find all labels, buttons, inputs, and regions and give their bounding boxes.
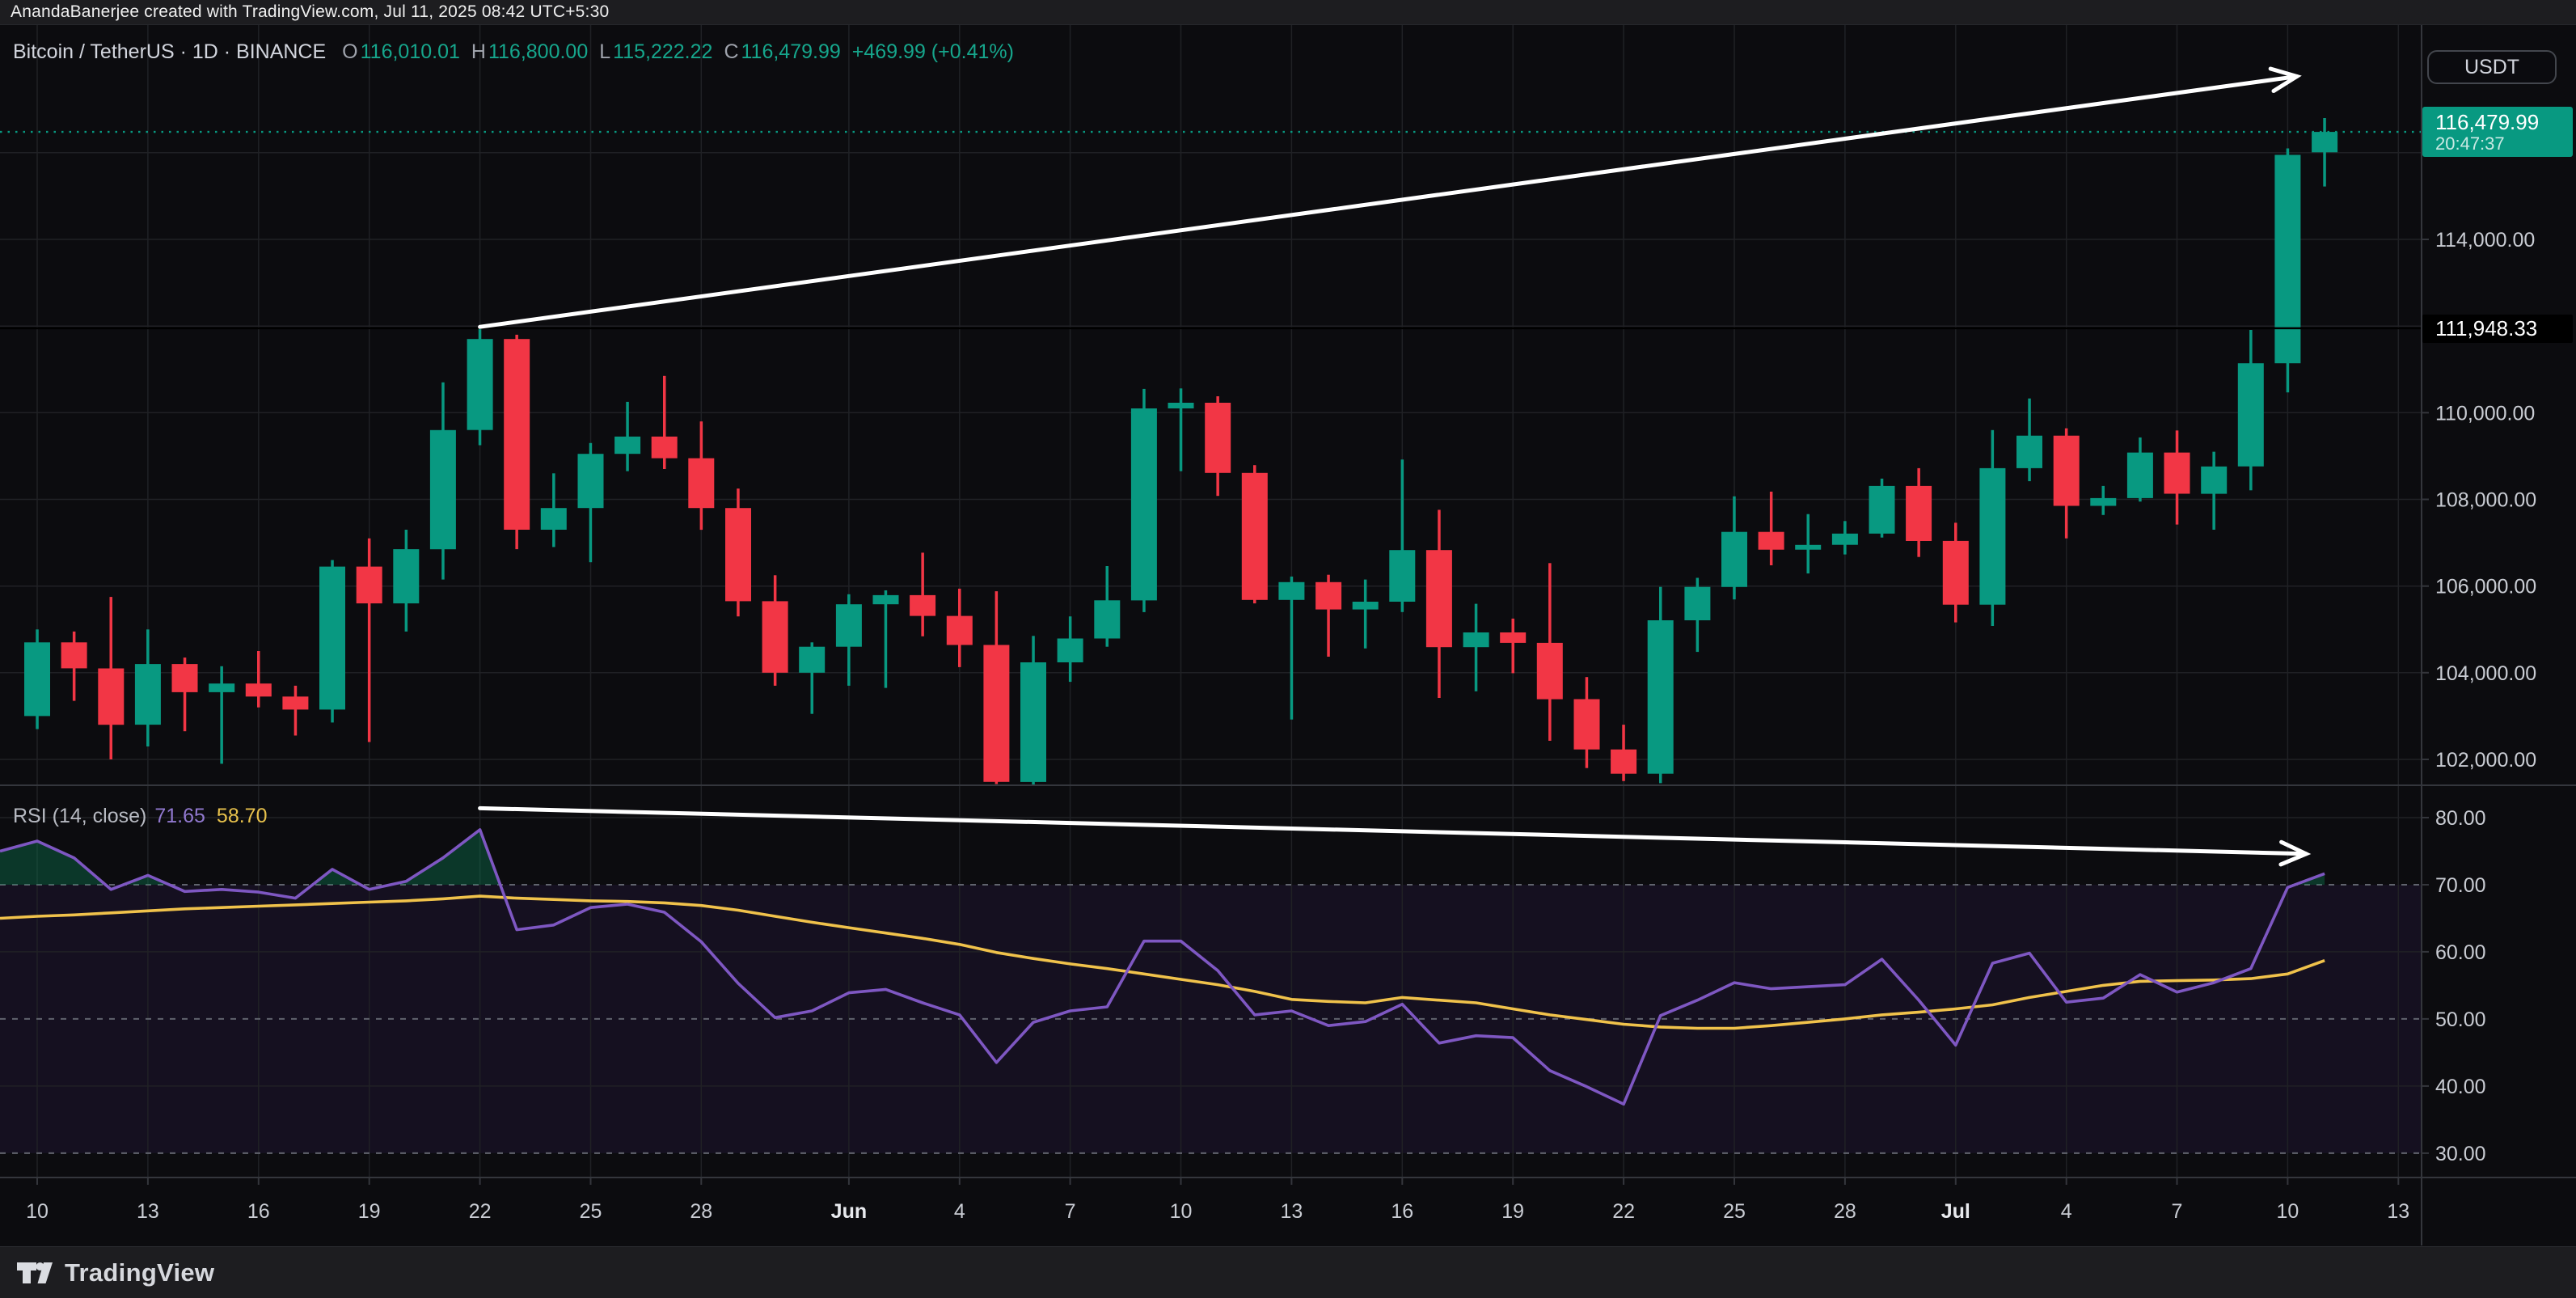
rsi-axis[interactable]: 80.00 70.00 60.00 50.00 40.00 30.00 (2422, 807, 2486, 1165)
time-axis-label: 28 (690, 1200, 712, 1223)
time-axis-label: 16 (247, 1200, 270, 1223)
time-axis-label: 7 (1065, 1200, 1076, 1223)
time-axis-label: 13 (1280, 1200, 1303, 1223)
time-axis-label: 13 (137, 1200, 159, 1223)
time-axis-label: 10 (2276, 1200, 2299, 1223)
rsi-overbought-fill (0, 830, 2325, 885)
tradingview-brand-text[interactable]: TradingView (65, 1258, 214, 1287)
tradingview-logo-icon[interactable] (16, 1261, 53, 1285)
rsi-indicator-title: RSI (14, close) (13, 805, 146, 828)
bar-countdown: 20:47:37 (2435, 134, 2573, 154)
rsi-trendline[interactable] (480, 808, 2307, 865)
rsi-axis-label: 30.00 (2435, 1143, 2486, 1165)
time-axis-label: 22 (469, 1200, 492, 1223)
currency-toggle-button[interactable]: USDT (2427, 50, 2557, 84)
horizontal-line-price-badge: 111,948.33 (2422, 315, 2573, 343)
symbol-header: Bitcoin / TetherUS · 1D · BINANCE O116,0… (13, 36, 1014, 68)
price-axis-label: 108,000.00 (2435, 489, 2536, 512)
rsi-axis-label: 70.00 (2435, 874, 2486, 897)
branding-bar: TradingView (0, 1246, 2576, 1298)
rsi-axis-label: 60.00 (2435, 941, 2486, 964)
chart-window: AnandaBanerjee created with TradingView.… (0, 0, 2576, 1297)
time-axis-label: 10 (26, 1200, 49, 1223)
last-price-badge: 116,479.99 20:47:37 (2422, 107, 2573, 157)
time-axis[interactable]: 10 13 16 19 22 25 28 Jun 4 7 10 13 16 19 22 25 28 Jul 4 7 10… (26, 1178, 2409, 1223)
price-trendline[interactable] (480, 69, 2297, 327)
ohlc-item: H116,800.00 (471, 40, 588, 63)
time-axis-label: 4 (2061, 1200, 2072, 1223)
time-axis-label: 25 (580, 1200, 602, 1223)
attribution-bar: AnandaBanerjee created with TradingView.… (0, 0, 2576, 25)
time-axis-label: 28 (1834, 1200, 1856, 1223)
time-axis-label: 19 (1501, 1200, 1524, 1223)
rsi-axis-label: 40.00 (2435, 1076, 2486, 1098)
chart-canvas[interactable]: 114,000.00 110,000.00 108,000.00 106,000.00… (0, 0, 2576, 1297)
ohlc-values: O116,010.01 H116,800.00 L115,222.22 C116,47… (342, 40, 852, 64)
last-price-value: 116,479.99 (2435, 110, 2573, 134)
time-axis-label: 10 (1170, 1200, 1193, 1223)
ohlc-item: O116,010.01 (342, 40, 460, 63)
time-axis-label: 19 (358, 1200, 381, 1223)
price-axis-label: 104,000.00 (2435, 662, 2536, 685)
time-axis-label: 4 (954, 1200, 965, 1223)
horizontal-line-price-value: 111,948.33 (2435, 316, 2537, 341)
rsi-band (0, 885, 2422, 1153)
time-axis-label: 7 (2172, 1200, 2183, 1223)
rsi-axis-label: 80.00 (2435, 807, 2486, 830)
price-axis-label: 114,000.00 (2435, 229, 2535, 252)
attribution-text: AnandaBanerjee created with TradingView.… (11, 2, 609, 22)
symbol-title[interactable]: Bitcoin / TetherUS · 1D · BINANCE (13, 40, 326, 64)
time-axis-label: 16 (1391, 1200, 1413, 1223)
time-axis-label: Jul (1941, 1200, 1970, 1223)
time-axis-label: 25 (1723, 1200, 1746, 1223)
time-axis-label: Jun (831, 1200, 867, 1223)
rsi-indicator-legend[interactable]: RSI (14, close) 71.65 58.70 (13, 804, 267, 828)
time-axis-label: 22 (1612, 1200, 1635, 1223)
rsi-ma-value: 58.70 (217, 805, 268, 828)
price-axis-label: 106,000.00 (2435, 576, 2536, 598)
ohlc-item: C116,479.99 (724, 40, 840, 63)
price-axis-label: 102,000.00 (2435, 749, 2536, 772)
time-axis-label: 13 (2387, 1200, 2409, 1223)
change-value: +469.99 (+0.41%) (852, 40, 1014, 64)
price-axis-label: 110,000.00 (2435, 402, 2535, 425)
ohlc-item: L115,222.22 (599, 40, 712, 63)
rsi-axis-label: 50.00 (2435, 1008, 2486, 1031)
currency-toggle-label: USDT (2464, 56, 2519, 79)
rsi-value: 71.65 (154, 805, 205, 828)
price-axis[interactable]: 114,000.00 110,000.00 108,000.00 106,000.00… (2422, 229, 2536, 772)
